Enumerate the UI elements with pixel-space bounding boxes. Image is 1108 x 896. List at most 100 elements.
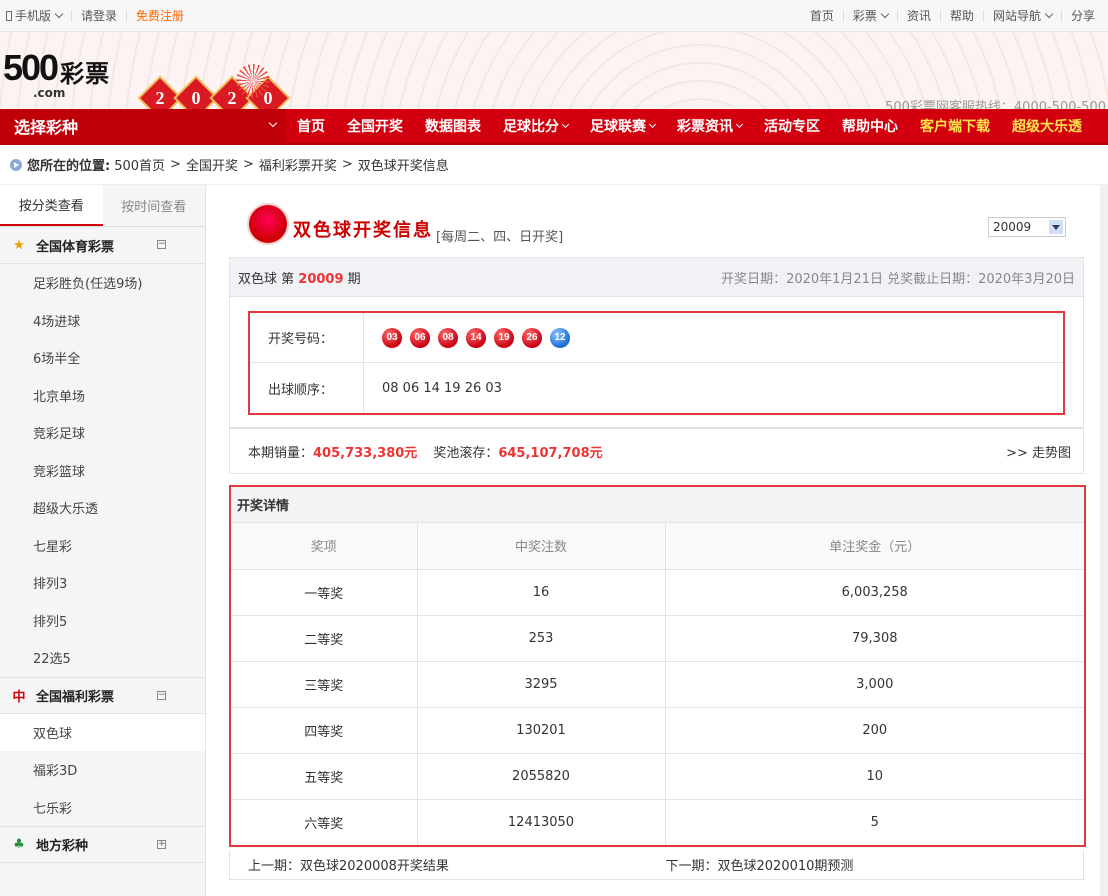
nav-item-label: 足球联赛 — [590, 119, 646, 135]
chevron-down-icon — [648, 120, 657, 128]
top-link-help[interactable]: 帮助 — [941, 9, 984, 22]
mobile-link[interactable]: 手机版 — [6, 9, 73, 22]
sidebar-tabs: 按分类查看 按时间查看 — [0, 185, 205, 227]
nav-item-help-center[interactable]: 帮助中心 — [831, 109, 909, 143]
prize-detail: 开奖详情 奖项 中奖注数 单注奖金（元） 一等奖 16 6,003,258 二等奖 2… — [229, 485, 1086, 847]
draw-order-value: 08 06 14 19 26 03 — [382, 380, 502, 396]
sidebar-item[interactable]: 北京单场 — [0, 377, 205, 415]
draw-numbers-panel: 开奖号码： 03 06 08 14 19 26 12 出球顺序： 08 06 1… — [229, 297, 1084, 428]
period-prefix: 双色球 第 — [238, 271, 295, 287]
breadcrumb-separator: > — [170, 157, 181, 172]
prize-amount: 79,308 — [665, 615, 1084, 662]
prev-period-link[interactable]: 上一期：双色球2020008开奖结果 — [248, 859, 449, 874]
next-period-link[interactable]: 下一期：双色球2020010期预测 — [666, 859, 854, 874]
nav-item-national-draw[interactable]: 全国开奖 — [336, 109, 414, 143]
site-header: 500 彩票 .com 2 0 2 0 500彩票网客服热线：4000-500-… — [0, 32, 1108, 109]
page-title: 双色球开奖信息 — [293, 220, 433, 241]
sidebar-group-label: 全国体育彩票 — [36, 239, 115, 255]
sidebar-item[interactable]: 竞彩篮球 — [0, 452, 205, 490]
issue-select-value: 20009 — [993, 220, 1032, 234]
breadcrumb-national-draw[interactable]: 全国开奖 — [186, 155, 238, 174]
breadcrumb-current: 双色球开奖信息 — [357, 159, 449, 174]
chevron-down-icon — [735, 120, 744, 128]
breadcrumb-home[interactable]: 500首页 — [114, 155, 165, 174]
col-amount: 单注奖金（元） — [665, 523, 1084, 570]
nav-item-home[interactable]: 首页 — [286, 109, 336, 143]
tab-by-time[interactable]: 按时间查看 — [103, 185, 206, 226]
red-ball: 14 — [466, 327, 486, 348]
tab-by-category[interactable]: 按分类查看 — [0, 185, 103, 226]
table-row: 二等奖 253 79,308 — [231, 615, 1084, 662]
sidebar-item[interactable]: 七乐彩 — [0, 789, 205, 827]
phone-icon — [6, 10, 12, 21]
sidebar-group-sports[interactable]: ★ 全国体育彩票 − — [0, 227, 205, 264]
collapse-icon[interactable]: − — [157, 690, 166, 700]
top-link-sitenav[interactable]: 网站导航 — [984, 8, 1062, 23]
prize-table: 奖项 中奖注数 单注奖金（元） 一等奖 16 6,003,258 二等奖 253 79,… — [231, 523, 1084, 845]
prize-winners: 130201 — [417, 707, 666, 754]
table-row: 三等奖 3295 3,000 — [231, 661, 1084, 708]
nav-item-charts[interactable]: 数据图表 — [414, 109, 492, 143]
prize-table-header: 奖项 中奖注数 单注奖金（元） — [231, 523, 1084, 570]
nav-item-super-lotto[interactable]: 超级大乐透 — [1001, 109, 1093, 143]
sidebar-item[interactable]: 4场进球 — [0, 302, 205, 340]
draw-order-label: 出球顺序： — [250, 363, 364, 413]
sidebar-group-local[interactable]: ♣ 地方彩种 + — [0, 826, 205, 863]
star-icon: ★ — [13, 237, 25, 253]
main-nav: 选择彩种 首页 全国开奖 数据图表 足球比分 足球联赛 彩票资讯 活动专区 帮助… — [0, 109, 1108, 145]
year-digit-text: 2 — [227, 87, 237, 108]
trend-chart-link[interactable]: >> 走势图 — [1006, 442, 1071, 461]
sidebar-item[interactable]: 排列5 — [0, 602, 205, 640]
breadcrumb-welfare-draw[interactable]: 福利彩票开奖 — [259, 155, 337, 174]
issue-select[interactable]: 20009 — [988, 217, 1066, 237]
red-ball: 26 — [522, 327, 542, 348]
sidebar-group-welfare[interactable]: 中 全国福利彩票 − — [0, 676, 205, 714]
top-link-lottery-label: 彩票 — [852, 8, 877, 23]
chevron-down-icon — [1044, 9, 1054, 18]
sidebar-item[interactable]: 七星彩 — [0, 527, 205, 565]
period-number: 20009 — [298, 271, 344, 287]
sidebar-item[interactable]: 超级大乐透 — [0, 489, 205, 527]
sidebar-item[interactable]: 6场半全 — [0, 339, 205, 377]
red-ball: 06 — [410, 327, 430, 348]
prize-name: 二等奖 — [231, 615, 418, 662]
sidebar-item[interactable]: 福彩3D — [0, 751, 205, 789]
collapse-icon[interactable]: − — [157, 240, 166, 249]
sidebar-item[interactable]: 排列3 — [0, 564, 205, 602]
top-link-share[interactable]: 分享 — [1062, 10, 1104, 22]
sidebar-group-label: 全国福利彩票 — [36, 689, 115, 705]
login-link[interactable]: 请登录 — [72, 9, 128, 22]
red-ball: 08 — [438, 327, 458, 348]
sidebar-item[interactable]: 22选5 — [0, 639, 205, 677]
chevron-down-icon — [268, 118, 278, 128]
nav-item-activities[interactable]: 活动专区 — [753, 109, 831, 143]
sidebar-item-ssq[interactable]: 双色球 — [0, 713, 205, 751]
top-link-sitenav-label: 网站导航 — [992, 8, 1041, 23]
top-link-lottery[interactable]: 彩票 — [844, 8, 898, 23]
prize-name: 三等奖 — [231, 661, 418, 708]
prev-period: 上一期：双色球2020008开奖结果 — [230, 855, 666, 874]
site-logo[interactable]: 500 彩票 .com — [3, 50, 110, 101]
lottery-type-select[interactable]: 选择彩种 — [0, 109, 286, 143]
main-area: 按分类查看 按时间查看 ★ 全国体育彩票 − 足彩胜负(任选9场) 4场进球 6… — [0, 185, 1108, 896]
prize-winners: 12413050 — [417, 799, 666, 845]
nav-item-label: 足球比分 — [503, 119, 559, 135]
breadcrumb-prefix: 您所在的位置: — [27, 159, 111, 174]
nav-item-football-league[interactable]: 足球联赛 — [579, 109, 666, 143]
chevron-down-icon — [561, 120, 570, 128]
draw-row-order: 出球顺序： 08 06 14 19 26 03 — [250, 363, 1063, 413]
top-link-home[interactable]: 首页 — [801, 9, 844, 22]
draw-numbers-box: 开奖号码： 03 06 08 14 19 26 12 出球顺序： 08 06 1… — [248, 311, 1065, 415]
nav-item-lottery-news[interactable]: 彩票资讯 — [666, 109, 753, 143]
prize-name: 五等奖 — [231, 753, 418, 800]
register-link[interactable]: 免费注册 — [127, 10, 193, 22]
col-winners: 中奖注数 — [417, 523, 666, 570]
scrollbar[interactable] — [1100, 185, 1108, 896]
nav-item-client-download[interactable]: 客户端下载 — [909, 109, 1001, 143]
sidebar-item[interactable]: 竞彩足球 — [0, 414, 205, 452]
top-link-news[interactable]: 资讯 — [898, 9, 941, 22]
sidebar-item[interactable]: 足彩胜负(任选9场) — [0, 264, 205, 302]
prize-name: 六等奖 — [231, 799, 418, 845]
expand-icon[interactable]: + — [157, 840, 166, 849]
nav-item-football-score[interactable]: 足球比分 — [492, 109, 579, 143]
